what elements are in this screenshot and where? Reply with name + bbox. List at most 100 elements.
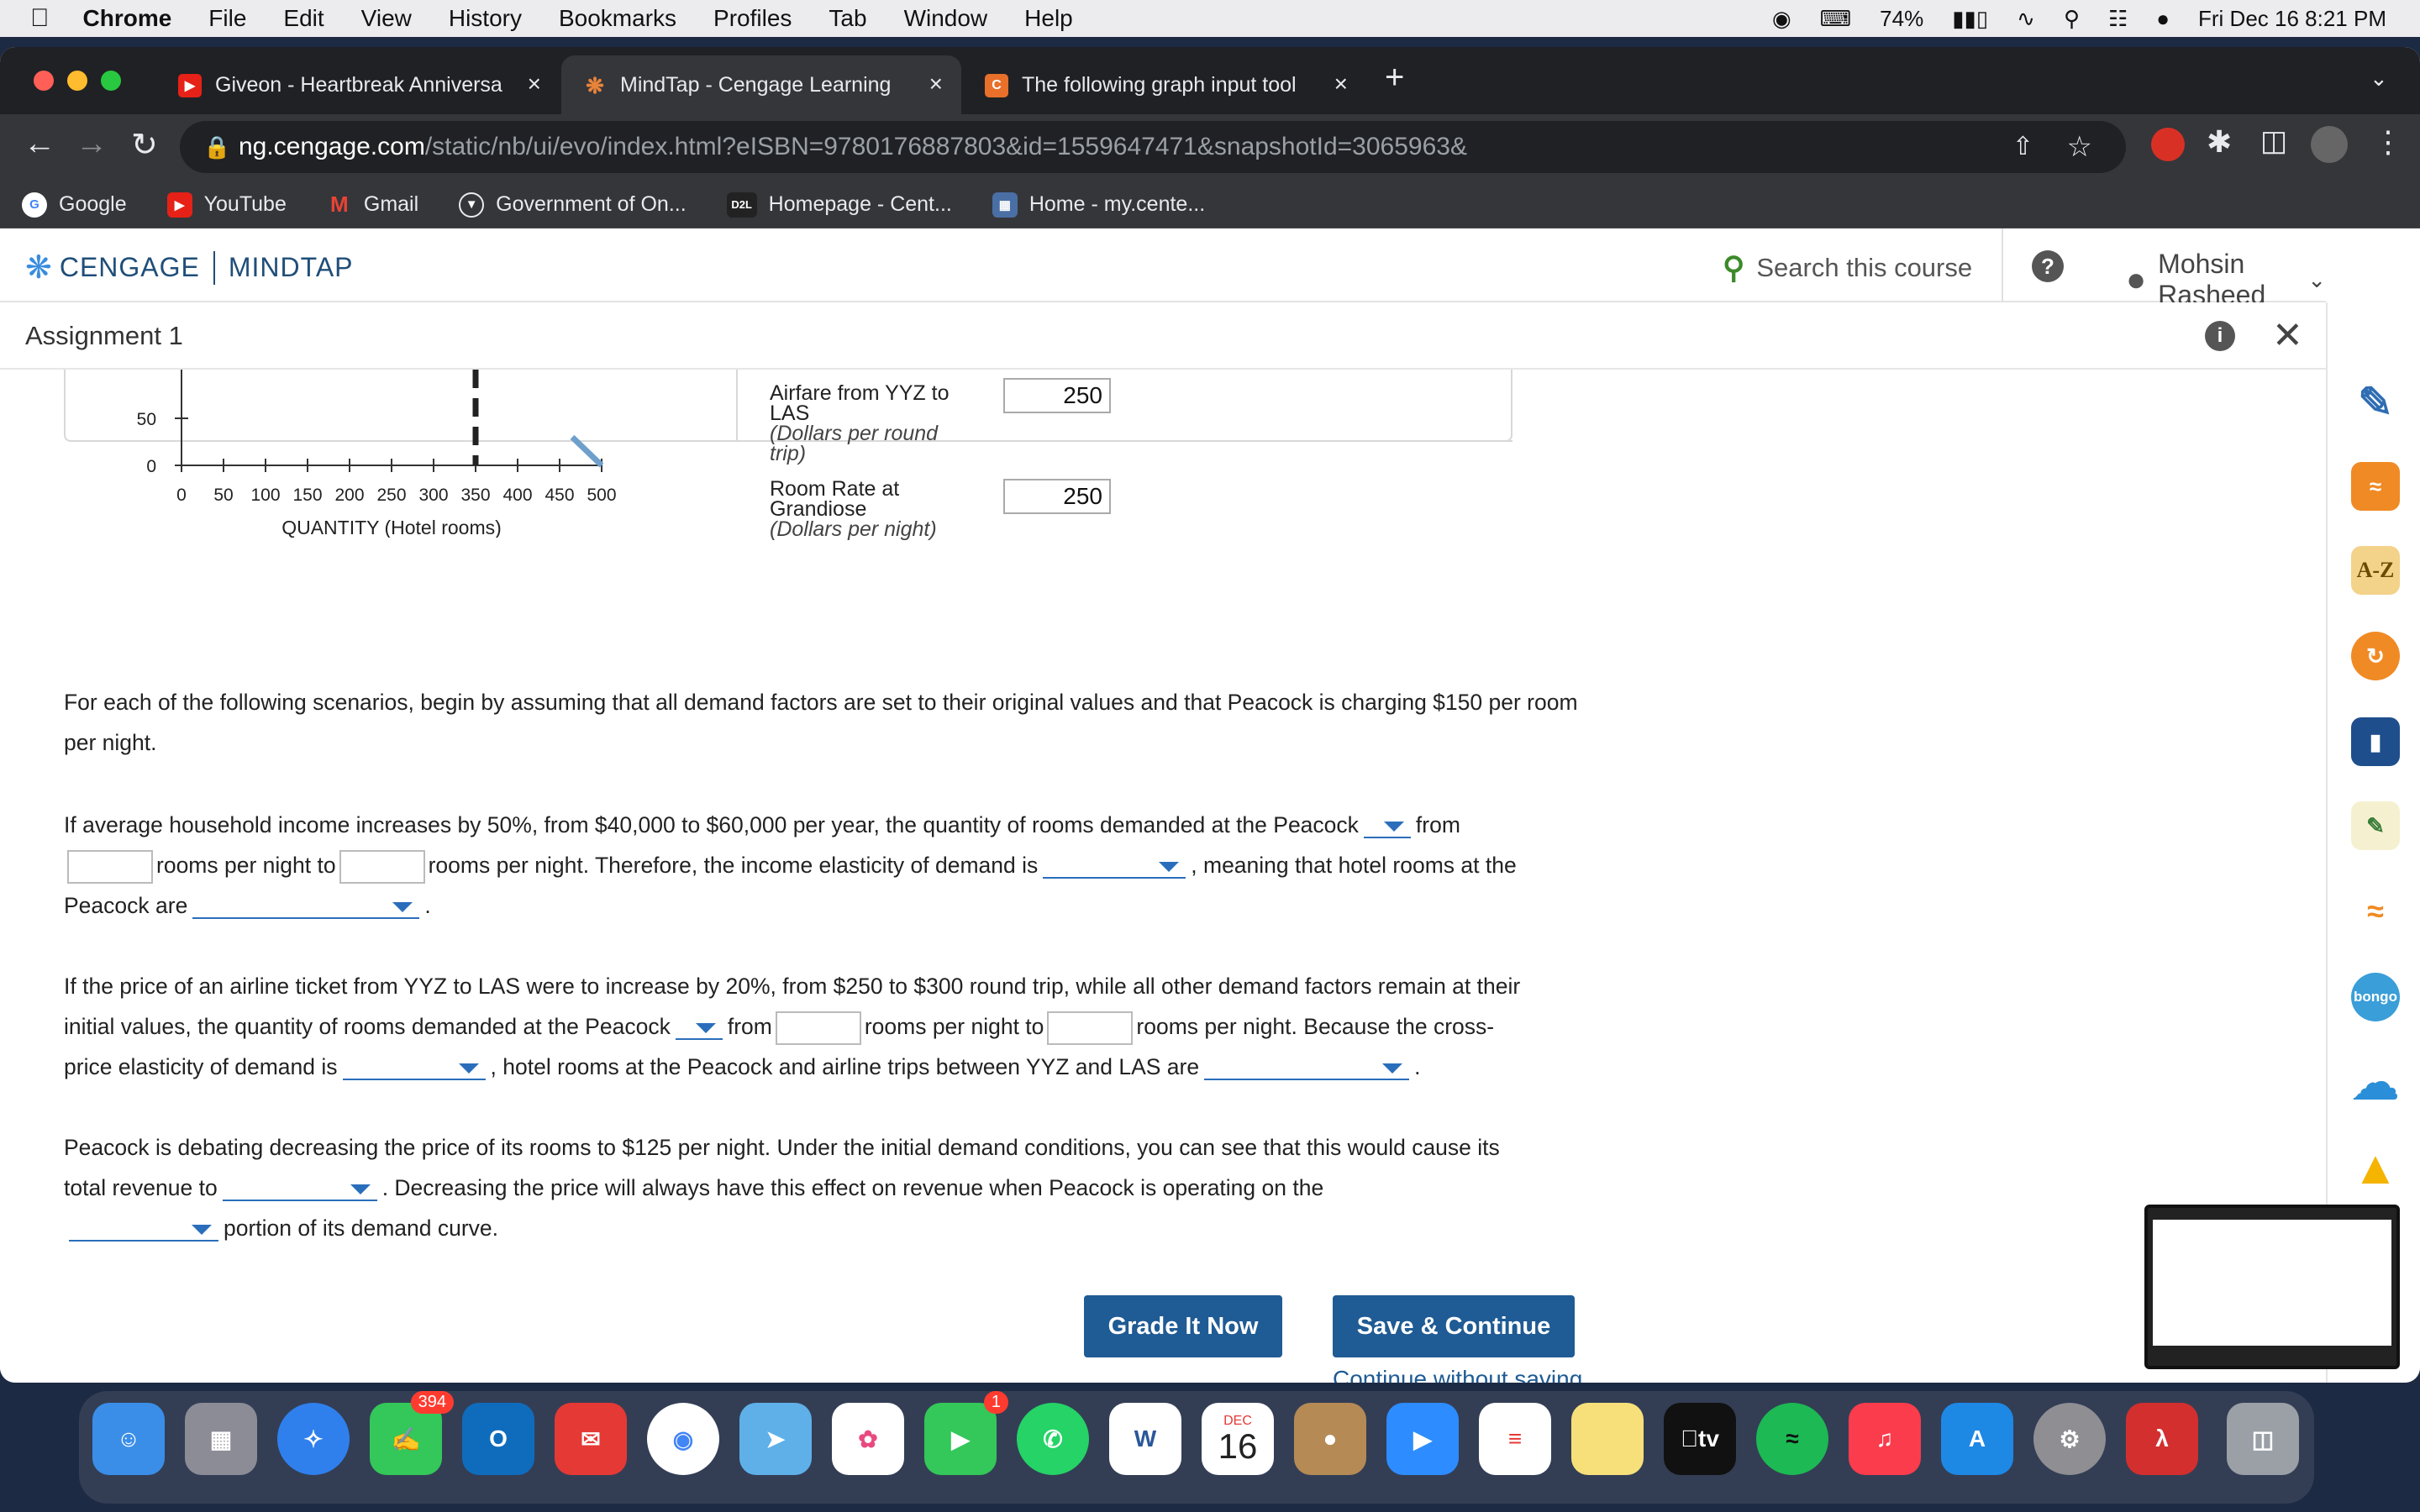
music-icon[interactable]: ♫	[1849, 1403, 1921, 1475]
airfare-from-input[interactable]	[775, 1011, 861, 1045]
grade-it-now-button[interactable]: Grade It Now	[1084, 1295, 1282, 1357]
launchpad-icon[interactable]: ▦	[185, 1403, 257, 1475]
menu-bookmarks[interactable]: Bookmarks	[559, 5, 676, 32]
profile-avatar[interactable]	[2311, 126, 2348, 163]
bookmark-mycentennial[interactable]: ▦ Home - my.cente...	[992, 192, 1205, 218]
address-bar[interactable]: 🔒 ng.cengage.com/static/nb/ui/evo/index.…	[180, 121, 2126, 173]
close-icon[interactable]: ✕	[2272, 314, 2303, 357]
contacts-icon[interactable]: ●	[1294, 1403, 1366, 1475]
minimize-window-button[interactable]	[67, 71, 87, 91]
menu-app-chrome[interactable]: Chrome	[83, 5, 172, 32]
close-tab-icon[interactable]: ×	[528, 71, 541, 97]
cross-elasticity-dropdown[interactable]	[342, 1057, 486, 1080]
control-center-icon[interactable]: ☷	[2108, 6, 2128, 32]
info-icon[interactable]: i	[2205, 321, 2235, 351]
acrobat-icon[interactable]: λ	[2126, 1403, 2198, 1475]
bookmark-gmail[interactable]: M Gmail	[327, 192, 418, 218]
share-icon[interactable]: ⇧	[2012, 121, 2033, 173]
bookmark-star-icon[interactable]: ☆	[2067, 121, 2092, 173]
cloud-icon[interactable]: ☁	[2351, 1056, 2400, 1109]
close-tab-icon[interactable]: ×	[929, 71, 943, 97]
google-drive-icon[interactable]: ▲	[2351, 1141, 2400, 1194]
trash-icon[interactable]: ◫	[2227, 1403, 2299, 1475]
income-to-input[interactable]	[339, 850, 425, 884]
wifi-icon[interactable]: ∿	[2017, 6, 2035, 32]
chrome-icon[interactable]: ◉	[647, 1403, 719, 1475]
puzzle-icon[interactable]: ✱	[2207, 124, 2232, 160]
system-preferences-icon[interactable]: ⚙	[2033, 1403, 2106, 1475]
book-icon[interactable]: ▮	[2351, 717, 2400, 766]
apple-tv-icon[interactable]: tv	[1664, 1403, 1736, 1475]
menu-file[interactable]: File	[208, 5, 246, 32]
word-icon[interactable]: W	[1109, 1403, 1181, 1475]
photos-icon[interactable]: ✿	[832, 1403, 904, 1475]
menu-edit[interactable]: Edit	[283, 5, 324, 32]
extension-icon[interactable]	[2151, 128, 2185, 161]
maps-icon[interactable]: ➤	[739, 1403, 812, 1475]
messages-icon[interactable]: ✍ 394	[370, 1391, 454, 1475]
apple-icon[interactable]: 	[30, 4, 50, 33]
siri-icon[interactable]: ●	[2156, 6, 2170, 32]
forward-icon[interactable]: →	[76, 126, 108, 162]
tab-search-chevron-icon[interactable]: ⌄	[2370, 66, 2388, 92]
readspeaker-icon[interactable]: ↻	[2351, 632, 2400, 680]
good-type-dropdown[interactable]	[192, 895, 420, 919]
airfare-input[interactable]: 250	[1003, 378, 1111, 413]
bookmark-youtube[interactable]: ▶ YouTube	[166, 192, 287, 218]
mail-icon[interactable]: ✉	[555, 1403, 627, 1475]
course-search[interactable]: ⚲ Search this course	[1723, 250, 1972, 286]
user-menu[interactable]: ● Mohsin Rasheed ⌄	[2126, 249, 2326, 311]
menu-window[interactable]: Window	[904, 5, 988, 32]
menu-help[interactable]: Help	[1024, 5, 1073, 32]
help-button[interactable]: ?	[2032, 250, 2064, 282]
income-change-dropdown[interactable]	[1363, 815, 1411, 838]
back-icon[interactable]: ←	[24, 126, 55, 162]
screenshot-thumbnail[interactable]	[2144, 1205, 2400, 1369]
more-menu-icon[interactable]: ⋮	[2373, 124, 2403, 160]
whatsapp-icon[interactable]: ✆	[1017, 1403, 1089, 1475]
a-z-dictionary-icon[interactable]: A-Z	[2351, 546, 2400, 595]
reload-icon[interactable]: ↻	[131, 126, 158, 164]
calendar-icon[interactable]: DEC 16	[1202, 1403, 1274, 1475]
keyboard-icon[interactable]: ⌨	[1820, 6, 1852, 32]
menu-history[interactable]: History	[449, 5, 522, 32]
continue-without-saving-link[interactable]: Continue without saving	[1333, 1366, 1582, 1383]
new-tab-button[interactable]: +	[1385, 59, 1404, 97]
reminders-icon[interactable]: ≡	[1479, 1403, 1551, 1475]
spotify-icon[interactable]: ≈	[1756, 1403, 1828, 1475]
demand-portion-dropdown[interactable]	[69, 1218, 218, 1242]
bookmark-d2l[interactable]: D2L Homepage - Cent...	[726, 192, 952, 218]
airfare-change-dropdown[interactable]	[675, 1016, 723, 1040]
close-window-button[interactable]	[34, 71, 54, 91]
zoom-icon[interactable]: ▶	[1386, 1403, 1459, 1475]
close-tab-icon[interactable]: ×	[1334, 71, 1348, 97]
spotlight-icon[interactable]: ⚲	[2064, 6, 2080, 32]
menu-tab[interactable]: Tab	[829, 5, 866, 32]
room-rate-input[interactable]: 250	[1003, 479, 1111, 514]
income-elasticity-dropdown[interactable]	[1043, 855, 1186, 879]
tab-graph-tool[interactable]: C The following graph input tool ×	[963, 55, 1366, 114]
revenue-change-dropdown[interactable]	[222, 1178, 377, 1201]
cengage-mindtap-logo[interactable]: ❋ CENGAGE MINDTAP	[25, 249, 354, 286]
notes-icon[interactable]	[1571, 1403, 1644, 1475]
safari-icon[interactable]: ✧	[277, 1403, 350, 1475]
bookmark-government[interactable]: ▼ Government of On...	[459, 192, 687, 218]
side-panel-icon[interactable]: ◫	[2260, 124, 2287, 158]
income-from-input[interactable]	[67, 850, 153, 884]
finder-icon[interactable]: ☺	[92, 1403, 165, 1475]
demand-graph[interactable]: 5000 50 100 150 200 250 300 350 400 450 500 QUANTI…	[118, 370, 639, 538]
facetime-icon[interactable]: ▶ 1	[924, 1391, 1008, 1475]
tab-mindtap[interactable]: ❋ MindTap - Cengage Learning ×	[561, 55, 961, 114]
rss-icon[interactable]: ≈	[2351, 462, 2400, 511]
menu-view[interactable]: View	[361, 5, 412, 32]
bookmark-google[interactable]: G Google	[22, 192, 127, 218]
clock[interactable]: Fri Dec 16 8:21 PM	[2198, 6, 2386, 32]
outlook-icon[interactable]: O	[462, 1403, 534, 1475]
tab-youtube[interactable]: ▶ Giveon - Heartbreak Anniversa ×	[156, 55, 560, 114]
notepad-icon[interactable]: ✎	[2351, 801, 2400, 850]
creative-cloud-icon[interactable]: ◉	[1772, 6, 1791, 32]
battery-icon[interactable]: ▮▮▯	[1952, 6, 1988, 32]
airfare-to-input[interactable]	[1047, 1011, 1134, 1045]
bongo-icon[interactable]: bongo	[2351, 973, 2400, 1021]
relationship-dropdown[interactable]	[1204, 1057, 1410, 1080]
